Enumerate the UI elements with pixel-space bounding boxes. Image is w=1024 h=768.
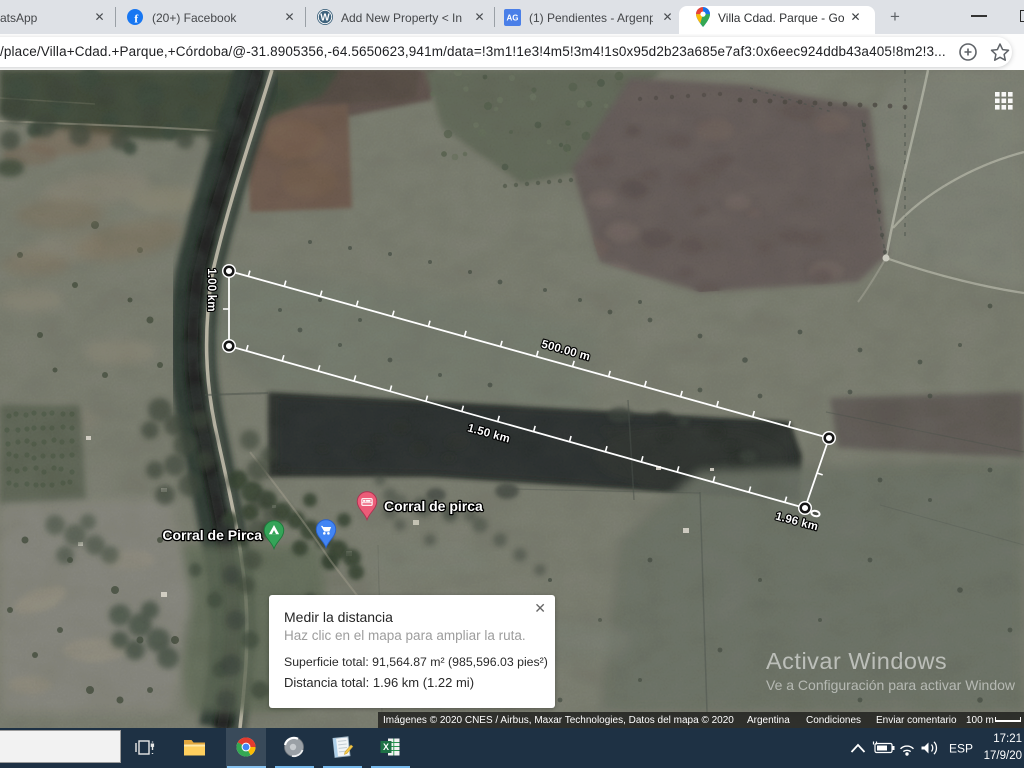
svg-text:Corral de Pirca: Corral de Pirca [162, 527, 262, 543]
svg-text:1.00 km: 1.00 km [205, 268, 217, 312]
svg-text:W: W [320, 13, 330, 24]
svg-text:Corral de pirca: Corral de pirca [384, 498, 483, 514]
svg-text:AG: AG [507, 14, 519, 23]
svg-text:X: X [383, 742, 389, 752]
